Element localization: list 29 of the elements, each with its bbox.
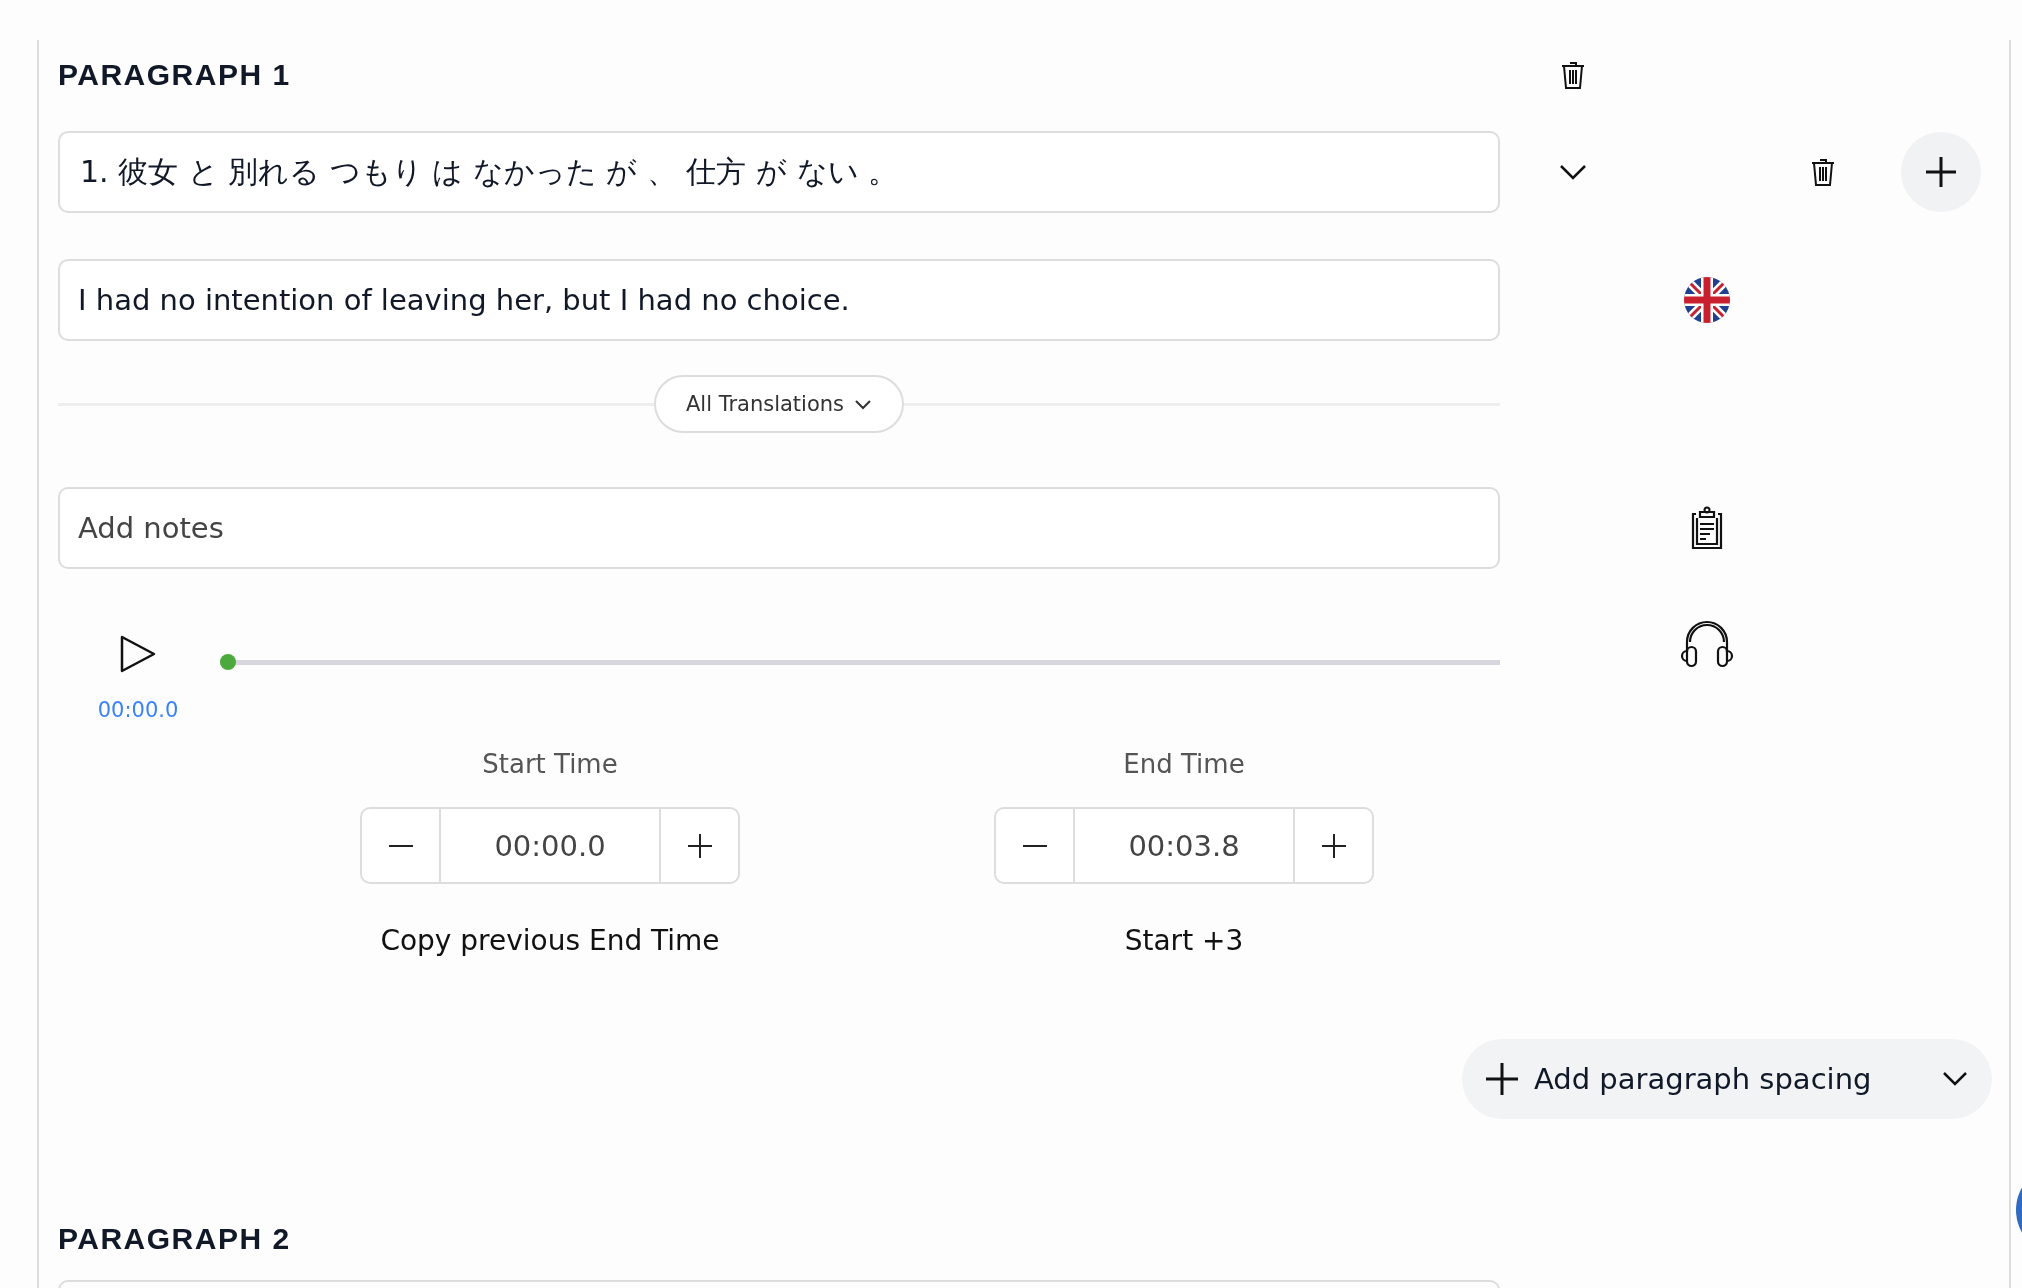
time-label: Start Time (482, 749, 618, 781)
paragraph-heading: PARAGRAPH 1 (58, 58, 291, 92)
chevron-down-icon[interactable] (1559, 164, 1587, 180)
flag-icon (1684, 277, 1730, 323)
time-label: End Time (1123, 749, 1245, 781)
trash-icon[interactable] (1560, 60, 1586, 90)
time-shortcut-link[interactable]: Copy previous End Time (380, 924, 720, 957)
add-paragraph-spacing-button[interactable]: Add paragraph spacing (1462, 1039, 1992, 1119)
time-stepper[interactable]: 00:00.0 (360, 807, 740, 884)
notes-field[interactable]: Add notes (58, 487, 1500, 569)
plus-icon[interactable] (1321, 833, 1346, 858)
play-icon[interactable] (118, 634, 158, 674)
clipboard-icon (1690, 506, 1724, 550)
plus-icon[interactable] (1924, 155, 1958, 189)
all-translations-button[interactable]: All Translations (653, 375, 905, 433)
playback-time: 00:00.0 (97, 698, 179, 722)
minus-icon[interactable] (1022, 843, 1047, 848)
sentence-field[interactable]: 1. 彼女 と 別れる つもり は なかった が 、 仕方 が ない 。 (58, 131, 1500, 213)
chevron-down-icon[interactable] (854, 398, 873, 410)
paragraph-heading: PARAGRAPH 2 (58, 1222, 291, 1255)
time-stepper[interactable]: 00:03.8 (994, 807, 1374, 884)
minus-icon[interactable] (388, 843, 413, 848)
chevron-down-icon[interactable] (1942, 1071, 1968, 1087)
time-shortcut-link[interactable]: Start +3 (1124, 924, 1244, 957)
translation-field[interactable]: I had no intention of leaving her, but I had no choice. (58, 259, 1500, 341)
trash-icon[interactable] (1810, 157, 1836, 187)
progress-thumb[interactable] (220, 654, 236, 670)
plus-icon[interactable] (687, 833, 712, 858)
plus-icon[interactable] (1486, 1063, 1518, 1095)
